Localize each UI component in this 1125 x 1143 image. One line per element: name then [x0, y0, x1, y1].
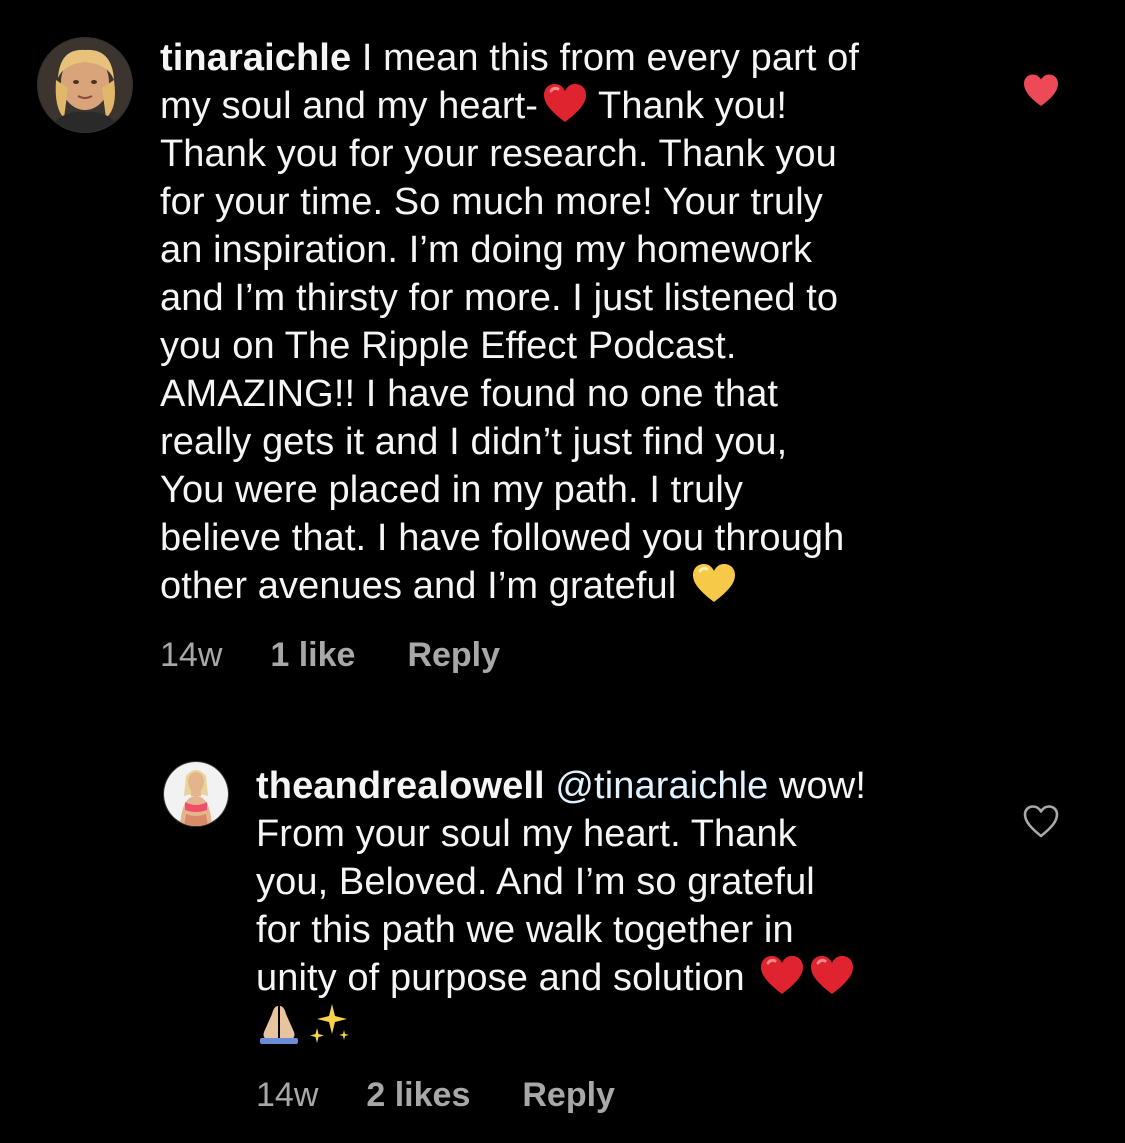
comment-meta: 14w 2 likes Reply [256, 1076, 615, 1115]
reply-button[interactable]: Reply [407, 636, 500, 675]
avatar[interactable] [38, 38, 132, 132]
timestamp: 14w [160, 636, 223, 674]
comment-text: tinaraichle I mean this from every part … [160, 34, 980, 610]
username[interactable]: theandrealowell [256, 765, 545, 807]
timestamp: 14w [256, 1076, 319, 1114]
profile-photo [38, 38, 132, 132]
comment-text: theandrealowell @tinaraichle wow! From y… [256, 762, 976, 1050]
comment-line: my soul and my heart- Thank you! [160, 82, 980, 130]
comment-line: you, Beloved. And I’m so grateful [256, 861, 815, 903]
likes-count[interactable]: 2 likes [366, 1076, 470, 1115]
comment-line: unity of purpose and solution [256, 954, 976, 1002]
comment-line: really gets it and I didn’t just find yo… [160, 421, 788, 463]
red-heart-emoji [759, 954, 805, 996]
reply-button[interactable]: Reply [522, 1076, 615, 1115]
comment-line: and I’m thirsty for more. I just listene… [160, 277, 839, 319]
comment-line: believe that. I have followed you throug… [160, 517, 845, 559]
yellow-heart-emoji [691, 562, 737, 604]
like-button[interactable] [1022, 72, 1060, 110]
mention-link[interactable]: @tinaraichle [555, 765, 768, 807]
filled-heart-icon [1024, 74, 1058, 106]
comment-line: you on The Ripple Effect Podcast. [160, 325, 737, 367]
sparkles-emoji [306, 1002, 352, 1044]
avatar[interactable] [164, 762, 228, 826]
folded-hands-emoji [256, 1002, 302, 1044]
comment-line: an inspiration. I’m doing my homework [160, 229, 813, 271]
comment-line [256, 1002, 976, 1050]
comment-line: for your time. So much more! Your truly [160, 181, 823, 223]
red-heart-emoji [542, 82, 588, 124]
comment-line: for this path we walk together in [256, 909, 794, 951]
comment-line: tinaraichle I mean this from every part … [160, 37, 860, 79]
likes-count[interactable]: 1 like [270, 636, 355, 675]
comment-line: You were placed in my path. I truly [160, 469, 743, 511]
comment-meta: 14w 1 like Reply [160, 636, 500, 675]
comment-line: AMAZING!! I have found no one that [160, 373, 779, 415]
outline-heart-icon [1023, 805, 1059, 838]
profile-photo [164, 762, 228, 826]
comment-line: From your soul my heart. Thank [256, 813, 797, 855]
username[interactable]: tinaraichle [160, 37, 351, 79]
comment-line: Thank you for your research. Thank you [160, 133, 837, 175]
comment-line: theandrealowell @tinaraichle wow! [256, 765, 866, 807]
red-heart-emoji [809, 954, 855, 996]
like-button[interactable] [1022, 803, 1060, 841]
comment-line: other avenues and I’m grateful [160, 562, 980, 610]
